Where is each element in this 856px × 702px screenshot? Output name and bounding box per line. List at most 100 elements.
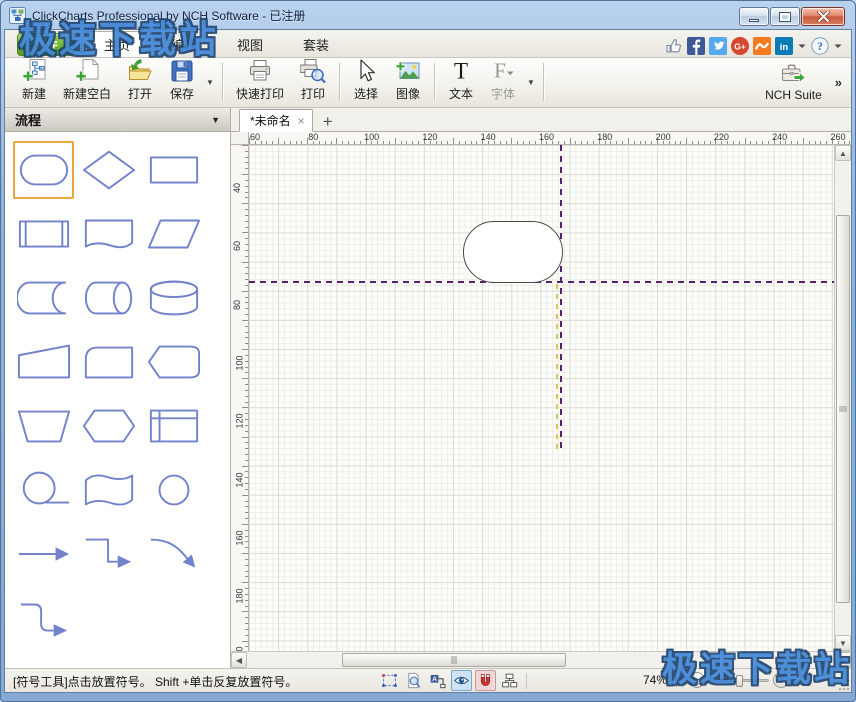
linkedin-icon[interactable]: in bbox=[775, 37, 793, 55]
file-menu-button[interactable]: 文件 bbox=[17, 33, 75, 56]
shape-swatch-arrow-straight[interactable] bbox=[13, 525, 74, 583]
ruler-tick bbox=[675, 141, 676, 145]
resize-grip[interactable] bbox=[837, 678, 850, 691]
shape-swatch-document[interactable] bbox=[78, 205, 139, 263]
quick-print-button[interactable]: 快速打印 bbox=[228, 59, 292, 105]
tab-close-icon[interactable]: × bbox=[298, 115, 305, 127]
googleplus-icon[interactable]: G+ bbox=[731, 37, 749, 55]
nch-icon[interactable] bbox=[753, 37, 771, 55]
toolbar-overflow-button[interactable]: » bbox=[832, 75, 845, 90]
vertical-scrollbar[interactable]: ▲ ▼ bbox=[834, 145, 851, 651]
save-button[interactable]: 保存 bbox=[161, 59, 203, 105]
vertical-scroll-thumb[interactable] bbox=[836, 215, 850, 603]
ruler-tick bbox=[245, 454, 249, 455]
ruler-tick bbox=[336, 138, 337, 144]
ruler-tick bbox=[278, 138, 279, 144]
shape-swatch-arrow-s[interactable] bbox=[13, 589, 74, 647]
print-button[interactable]: 打印 bbox=[292, 59, 334, 105]
image-button[interactable]: 图像 bbox=[387, 59, 429, 105]
terminator-shape[interactable] bbox=[463, 221, 563, 283]
shape-swatch-internal-storage[interactable] bbox=[143, 397, 204, 455]
shape-swatch-manual-operation[interactable] bbox=[13, 397, 74, 455]
marquee-select-icon[interactable] bbox=[379, 670, 400, 691]
document-tab[interactable]: *未命名 × bbox=[239, 109, 313, 132]
ruler-tick bbox=[245, 588, 249, 589]
shape-swatch-arrow-curve[interactable] bbox=[143, 525, 204, 583]
ribbon-tab-套装[interactable]: 套装 bbox=[283, 31, 349, 57]
shape-swatch-decision[interactable] bbox=[78, 141, 139, 199]
display-shape-icon bbox=[147, 340, 201, 384]
maximize-button[interactable] bbox=[770, 7, 800, 26]
ruler-tick bbox=[511, 138, 512, 144]
ruler-tick bbox=[628, 138, 629, 144]
new-tab-button[interactable]: + bbox=[323, 113, 333, 130]
ribbon-tab-视图[interactable]: 视图 bbox=[217, 31, 283, 57]
shape-swatch-manual-input[interactable] bbox=[13, 333, 74, 391]
ribbon-tab-主页[interactable]: 主页 bbox=[83, 31, 151, 57]
open-button[interactable]: 打开 bbox=[119, 59, 161, 105]
ruler-tick bbox=[245, 413, 249, 414]
shape-swatch-terminator[interactable] bbox=[13, 141, 74, 199]
like-icon[interactable] bbox=[665, 37, 683, 55]
shape-swatch-connector[interactable] bbox=[143, 461, 204, 519]
new-button[interactable]: 新建 bbox=[13, 59, 55, 105]
shape-swatch-display[interactable] bbox=[143, 333, 204, 391]
zoom-slider-thumb[interactable] bbox=[736, 675, 743, 687]
ruler-tick bbox=[245, 314, 249, 315]
shape-swatch-direct-access-storage[interactable] bbox=[78, 269, 139, 327]
shape-swatch-database[interactable] bbox=[143, 269, 204, 327]
ruler-tick bbox=[301, 141, 302, 145]
ruler-tick bbox=[680, 141, 681, 145]
zoom-slider[interactable] bbox=[709, 679, 769, 682]
ruler-tick bbox=[500, 141, 501, 145]
horizontal-scrollbar[interactable]: ◀ ▶ bbox=[231, 651, 851, 668]
shape-swatch-magnetic-tape[interactable] bbox=[13, 461, 74, 519]
scroll-left-arrow[interactable]: ◀ bbox=[231, 652, 247, 668]
shape-swatch-card[interactable] bbox=[78, 333, 139, 391]
ruler-tick bbox=[686, 138, 687, 144]
help-icon[interactable]: ? bbox=[811, 37, 829, 55]
ruler-label: 100 bbox=[235, 355, 245, 370]
scroll-down-arrow[interactable]: ▼ bbox=[835, 635, 851, 651]
ruler-tick bbox=[809, 141, 810, 145]
shape-swatch-paper-tape[interactable] bbox=[78, 461, 139, 519]
ruler-tick bbox=[242, 553, 248, 554]
ruler-tick bbox=[849, 141, 850, 145]
dropdown-icon[interactable] bbox=[797, 37, 807, 55]
horizontal-scroll-thumb[interactable] bbox=[342, 653, 566, 667]
shape-swatch-process[interactable] bbox=[143, 141, 204, 199]
zoom-dropdown-icon[interactable]: ▲ bbox=[673, 676, 680, 683]
open-label: 打开 bbox=[128, 85, 152, 102]
select-button[interactable]: 选择 bbox=[345, 59, 387, 105]
shape-swatch-arrow-elbow[interactable] bbox=[78, 525, 139, 583]
chevron-down-icon[interactable]: ▼ bbox=[203, 59, 217, 105]
zoom-level[interactable]: 74% bbox=[623, 673, 667, 687]
nch-suite-button[interactable]: NCH Suite bbox=[757, 59, 830, 105]
layout-grid-icon[interactable] bbox=[499, 670, 520, 691]
scroll-right-arrow[interactable]: ▶ bbox=[835, 652, 851, 668]
ruler-tick bbox=[360, 141, 361, 145]
new-blank-button[interactable]: 新建空白 bbox=[55, 59, 119, 105]
shape-swatch-stored-data[interactable] bbox=[13, 269, 74, 327]
auto-connect-icon[interactable]: A bbox=[427, 670, 448, 691]
ruler-label: 80 bbox=[232, 300, 242, 310]
scroll-up-arrow[interactable]: ▲ bbox=[835, 145, 851, 161]
ruler-tick bbox=[245, 157, 249, 158]
snap-magnet-icon[interactable] bbox=[475, 670, 496, 691]
dropdown-icon[interactable] bbox=[833, 37, 843, 55]
facebook-icon[interactable] bbox=[687, 37, 705, 55]
text-button[interactable]: T文本 bbox=[440, 59, 482, 105]
shape-swatch-predefined-process[interactable] bbox=[13, 205, 74, 263]
shape-swatch-preparation[interactable] bbox=[78, 397, 139, 455]
visibility-eye-icon[interactable] bbox=[451, 670, 472, 691]
zoom-page-icon[interactable] bbox=[403, 670, 424, 691]
close-button[interactable] bbox=[801, 7, 845, 26]
shape-swatch-data[interactable] bbox=[143, 205, 204, 263]
drawing-canvas[interactable] bbox=[249, 145, 834, 651]
zoom-out-button[interactable]: – bbox=[689, 672, 705, 688]
zoom-in-button[interactable]: + bbox=[773, 672, 789, 688]
ribbon-tab-编辑[interactable]: 编辑 bbox=[151, 31, 217, 57]
twitter-icon[interactable] bbox=[709, 37, 727, 55]
shapes-category-header[interactable]: 流程 ▼ bbox=[5, 108, 230, 132]
minimize-button[interactable] bbox=[739, 7, 769, 26]
